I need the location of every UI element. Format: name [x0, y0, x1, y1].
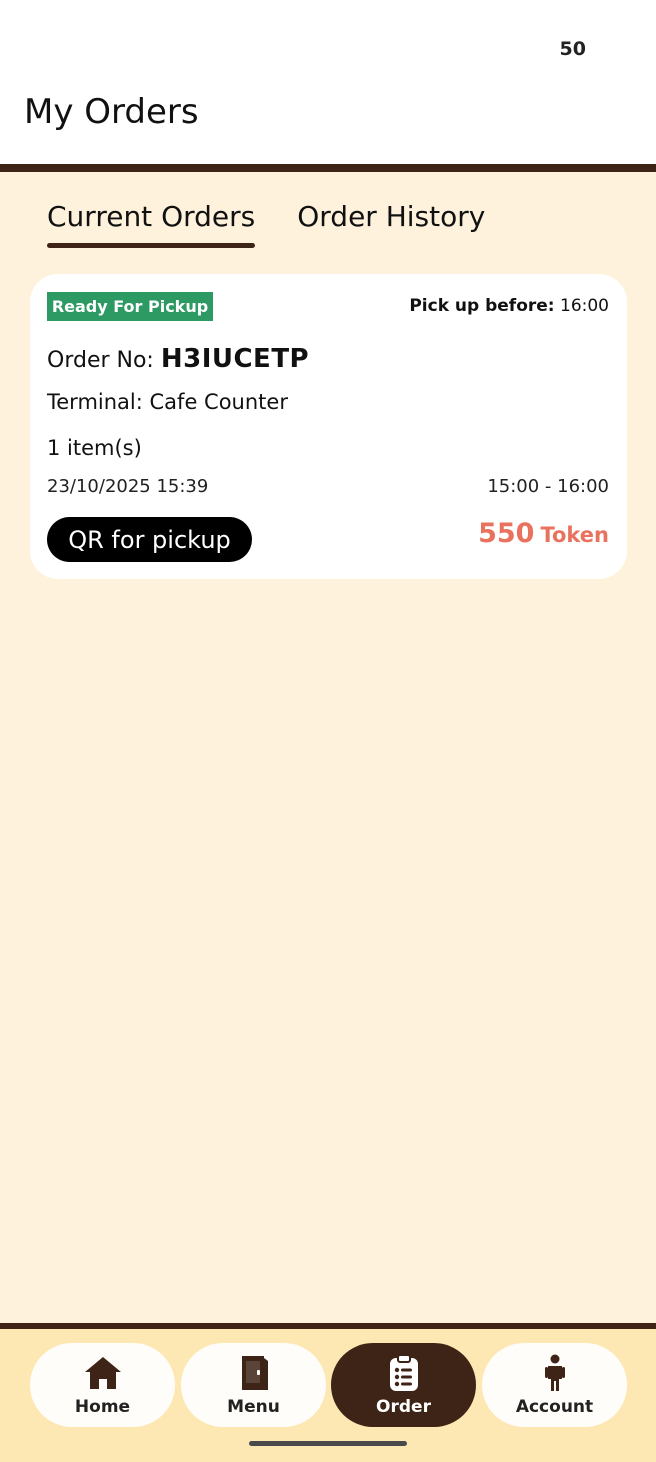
price-unit: Token [540, 523, 609, 547]
pickup-window: 15:00 - 16:00 [487, 476, 609, 497]
home-indicator[interactable] [249, 1441, 407, 1446]
nav-order[interactable]: Order [331, 1343, 476, 1427]
header-divider [0, 164, 656, 172]
nav-home[interactable]: Home [30, 1343, 175, 1427]
order-card[interactable]: Ready For Pickup Pick up before: 16:00 O… [30, 274, 627, 579]
nav-home-label: Home [74, 1397, 131, 1417]
tab-order-history[interactable]: Order History [297, 200, 485, 248]
pickup-before-time: 16:00 [560, 296, 609, 316]
status-count: 50 [559, 38, 586, 60]
qr-pickup-button[interactable]: QR for pickup [47, 517, 252, 562]
person-icon [544, 1354, 565, 1391]
pickup-before-label: Pick up before: [409, 296, 555, 316]
nav-menu-label: Menu [227, 1397, 280, 1417]
order-list-icon [389, 1354, 418, 1391]
order-number-label: Order No: [47, 348, 154, 373]
nav-order-label: Order [376, 1397, 431, 1417]
tab-current-orders[interactable]: Current Orders [47, 200, 256, 248]
order-datetime: 23/10/2025 15:39 [47, 476, 209, 497]
terminal: Terminal: Cafe Counter [47, 390, 288, 414]
nav-menu[interactable]: Menu [181, 1343, 326, 1427]
price-amount: 550 [478, 518, 535, 549]
nav-account[interactable]: Account [482, 1343, 627, 1427]
page-title: My Orders [24, 92, 199, 132]
terminal-value: Cafe Counter [149, 390, 288, 414]
order-tabs: Current Orders Order History [47, 200, 485, 248]
menu-book-icon [241, 1356, 268, 1390]
app-header: 50 My Orders [0, 0, 656, 164]
nav-account-label: Account [515, 1397, 594, 1417]
order-number: Order No: H3IUCETP [47, 344, 309, 374]
status-badge: Ready For Pickup [47, 292, 213, 321]
item-count: 1 item(s) [47, 436, 142, 460]
pickup-before: Pick up before: 16:00 [409, 296, 609, 316]
order-price: 550 Token [478, 518, 609, 549]
home-icon [84, 1357, 121, 1389]
order-number-value: H3IUCETP [160, 344, 310, 374]
terminal-label: Terminal: [47, 390, 143, 414]
